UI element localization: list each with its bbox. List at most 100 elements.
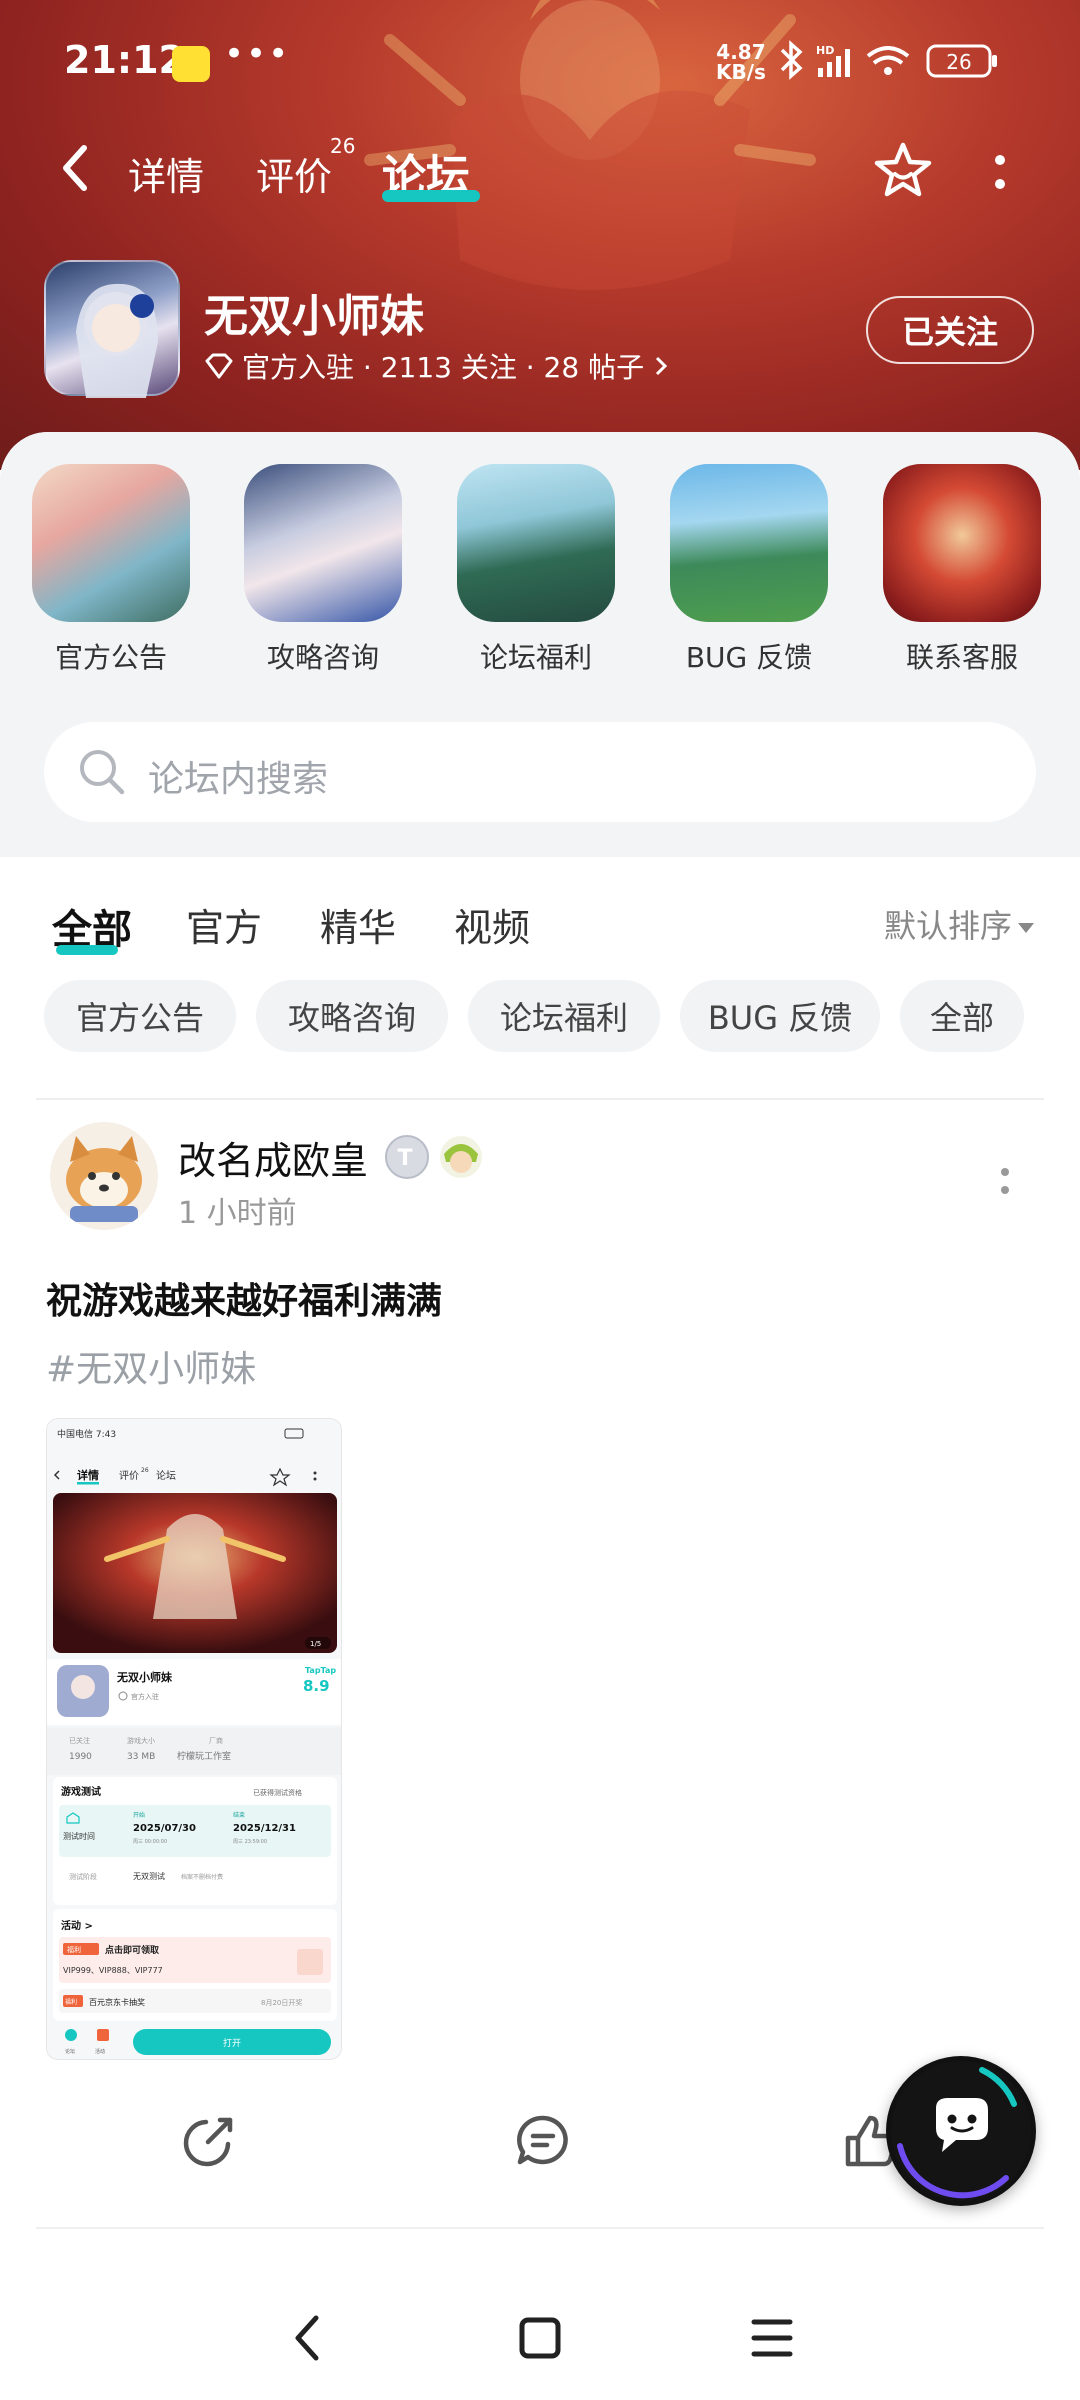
thumb-tab-sup: 26	[141, 1467, 149, 1474]
status-bar: 21:12 ••• 4.87 KB/s HD 26	[0, 0, 1080, 120]
forum-meta[interactable]: 官方入驻 · 2113 关注 · 28 帖子	[204, 346, 670, 386]
system-back-icon[interactable]	[286, 2310, 330, 2366]
filter-tab-official[interactable]: 官方	[186, 897, 262, 952]
thumb-pager: 1/5	[310, 1640, 321, 1648]
divider	[36, 2227, 1044, 2229]
thumb-stat-value-1: 1990	[69, 1752, 92, 1762]
thumb-end-label: 结束	[233, 1811, 245, 1819]
thumb-stat-label-3: 厂商	[209, 1736, 223, 1745]
level-badge-icon: T	[385, 1135, 429, 1179]
thumb-stat-value-2: 33 MB	[127, 1752, 155, 1762]
post-image[interactable]: 中国电信 7:43 详情 评价 26 论坛 1/5 无双小师妹 官方入驻 Tap…	[46, 1418, 342, 2060]
post-more-icon[interactable]	[998, 1164, 1012, 1204]
caret-down-icon	[1018, 923, 1035, 933]
thumb-tab-details: 详情	[77, 1468, 99, 1482]
thumb-bottom-label-2: 活动	[95, 2048, 105, 2055]
comment-icon[interactable]	[514, 2112, 572, 2170]
thumb-stat-label-1: 已关注	[69, 1736, 90, 1745]
active-tab-indicator	[382, 190, 480, 202]
thumb-start-label: 开始	[133, 1811, 145, 1819]
thumb-tab-forum: 论坛	[156, 1469, 176, 1482]
chip-announcement[interactable]: 官方公告	[44, 980, 236, 1052]
sort-dropdown[interactable]: 默认排序	[884, 901, 1035, 947]
filter-tab-featured[interactable]: 精华	[320, 897, 396, 952]
category-label: BUG 反馈	[685, 641, 813, 674]
forum-avatar[interactable]	[44, 260, 180, 398]
favorite-star-icon[interactable]	[872, 140, 934, 202]
chip-guide[interactable]: 攻略咨询	[256, 980, 448, 1052]
support-art	[883, 464, 1041, 622]
thumb-test-status: 已获得测试资格	[253, 1788, 302, 1797]
divider	[36, 1098, 1044, 1100]
category-chips: 官方公告 攻略咨询 论坛福利 BUG 反馈 全部	[0, 980, 1080, 1052]
filter-tabs: 全部 官方 精华 视频 默认排序	[0, 887, 1080, 967]
tab-reviews[interactable]: 评价	[256, 146, 332, 201]
network-speed-unit: KB/s	[716, 60, 766, 84]
shiba-avatar-art	[66, 1136, 142, 1222]
battery-icon: 26	[926, 44, 997, 78]
post-tag[interactable]: #无双小师妹	[46, 1340, 256, 1392]
sort-label: 默认排序	[884, 907, 1013, 945]
thumb-phase-label: 测试阶段	[69, 1872, 97, 1881]
filter-tab-video[interactable]: 视频	[454, 897, 530, 952]
thumb-activity-text: 点击即可领取	[105, 1944, 160, 1956]
back-arrow-icon[interactable]	[50, 138, 100, 198]
search-placeholder: 论坛内搜索	[148, 759, 329, 800]
bluetooth-icon	[780, 40, 803, 80]
thumb-game-sub: 官方入驻	[131, 1692, 159, 1701]
chip-welfare[interactable]: 论坛福利	[468, 980, 660, 1052]
tab-details[interactable]: 详情	[128, 146, 204, 201]
verified-diamond-icon	[205, 353, 233, 379]
thumb-test-time-label: 测试时间	[63, 1831, 95, 1841]
thumb-end-time: 周三 23:59:00	[233, 1839, 267, 1845]
search-icon	[80, 750, 125, 795]
network-speed-value: 4.87	[716, 40, 766, 64]
thumb-lottery-text: 百元京东卡抽奖	[89, 1997, 145, 2007]
filter-tab-indicator	[56, 945, 118, 955]
notification-app-icon	[172, 46, 210, 82]
category-section: 官方公告 攻略咨询 论坛福利 BUG 反馈 联系客服 论坛内搜索	[0, 432, 1080, 857]
category-guide[interactable]: 攻略咨询	[238, 464, 408, 676]
thumb-test-title: 游戏测试	[61, 1785, 101, 1798]
post-time: 1 小时前	[178, 1196, 297, 1231]
guide-art	[244, 464, 402, 622]
thumb-tab-reviews: 评价	[119, 1470, 139, 1482]
network-speed: 4.87 KB/s	[716, 42, 766, 82]
system-navigation-bar	[0, 2280, 1080, 2400]
thumb-carrier: 中国电信 7:43	[57, 1428, 116, 1440]
category-label: 攻略咨询	[266, 641, 379, 674]
chip-all[interactable]: 全部	[900, 980, 1024, 1052]
search-input[interactable]: 论坛内搜索	[44, 722, 1036, 822]
thumb-phase-value: 无双测试	[133, 1871, 165, 1881]
reviews-count: 26	[330, 134, 356, 158]
top-navigation: 详情 评价 26 论坛	[0, 128, 1080, 208]
thumb-activity-tag: 福利	[67, 1945, 81, 1954]
share-icon[interactable]	[180, 2112, 238, 2170]
chat-fab-button[interactable]	[886, 2056, 1036, 2206]
wifi-icon	[866, 46, 910, 75]
chip-bug-feedback[interactable]: BUG 反馈	[680, 980, 880, 1052]
category-announcement[interactable]: 官方公告	[26, 464, 196, 676]
category-label: 联系客服	[905, 641, 1018, 674]
category-bug-feedback[interactable]: BUG 反馈	[664, 464, 834, 676]
announcement-art	[32, 464, 190, 622]
post-title: 祝游戏越来越好福利满满	[46, 1281, 443, 1322]
svg-text:HD: HD	[816, 44, 834, 57]
user-avatar[interactable]	[50, 1122, 158, 1230]
character-badge-icon	[440, 1136, 482, 1178]
forum-meta-text: 官方入驻 · 2113 关注 · 28 帖子	[242, 351, 645, 384]
thumb-stat-label-2: 游戏大小	[127, 1736, 155, 1745]
category-label: 官方公告	[54, 641, 167, 674]
category-welfare[interactable]: 论坛福利	[451, 464, 621, 676]
post-username[interactable]: 改名成欧皇	[178, 1130, 368, 1185]
forum-name: 无双小师妹	[204, 291, 424, 342]
thumb-lottery-tag: 福利	[65, 1998, 77, 2006]
system-home-icon[interactable]	[516, 2310, 564, 2366]
hd-signal-icon: HD	[816, 44, 850, 77]
following-button[interactable]: 已关注	[866, 296, 1034, 364]
category-support[interactable]: 联系客服	[877, 464, 1047, 676]
more-options-icon[interactable]	[990, 148, 1010, 198]
system-menu-icon[interactable]	[748, 2310, 796, 2366]
thumb-start-date: 2025/07/30	[133, 1823, 196, 1834]
status-time: 21:12	[64, 38, 185, 82]
